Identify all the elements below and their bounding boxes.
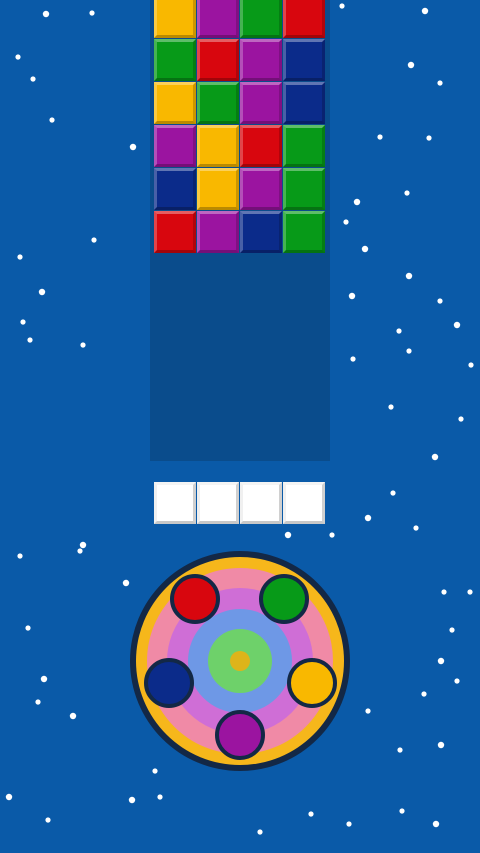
- tile-green[interactable]: [283, 168, 325, 210]
- tile-green[interactable]: [154, 39, 196, 81]
- tile-navy[interactable]: [283, 39, 325, 81]
- tile-yellow[interactable]: [197, 168, 239, 210]
- tile-red[interactable]: [240, 125, 282, 167]
- tile-navy[interactable]: [154, 168, 196, 210]
- color-wheel: [130, 551, 350, 771]
- tile-navy[interactable]: [283, 82, 325, 124]
- empty-slot: [240, 482, 282, 524]
- tile-green[interactable]: [283, 125, 325, 167]
- tile-green[interactable]: [240, 0, 282, 38]
- tile-yellow[interactable]: [197, 125, 239, 167]
- color-button-yellow[interactable]: [287, 658, 337, 708]
- tile-purple[interactable]: [240, 39, 282, 81]
- tile-yellow[interactable]: [154, 82, 196, 124]
- empty-slot: [283, 482, 325, 524]
- tile-green[interactable]: [283, 211, 325, 253]
- color-button-green[interactable]: [259, 574, 309, 624]
- tile-purple[interactable]: [154, 125, 196, 167]
- tile-red[interactable]: [283, 0, 325, 38]
- wheel-center: [230, 651, 250, 671]
- tile-purple[interactable]: [240, 168, 282, 210]
- tile-purple[interactable]: [197, 0, 239, 38]
- color-button-red[interactable]: [170, 574, 220, 624]
- tile-purple[interactable]: [240, 82, 282, 124]
- empty-slot: [197, 482, 239, 524]
- color-button-purple[interactable]: [215, 710, 265, 760]
- selection-slots: [154, 482, 326, 524]
- tile-navy[interactable]: [240, 211, 282, 253]
- tile-board: [150, 0, 330, 461]
- color-button-navy[interactable]: [144, 658, 194, 708]
- tile-green[interactable]: [197, 82, 239, 124]
- tile-red[interactable]: [154, 211, 196, 253]
- tile-red[interactable]: [197, 39, 239, 81]
- empty-slot: [154, 482, 196, 524]
- tile-yellow[interactable]: [154, 0, 196, 38]
- tile-purple[interactable]: [197, 211, 239, 253]
